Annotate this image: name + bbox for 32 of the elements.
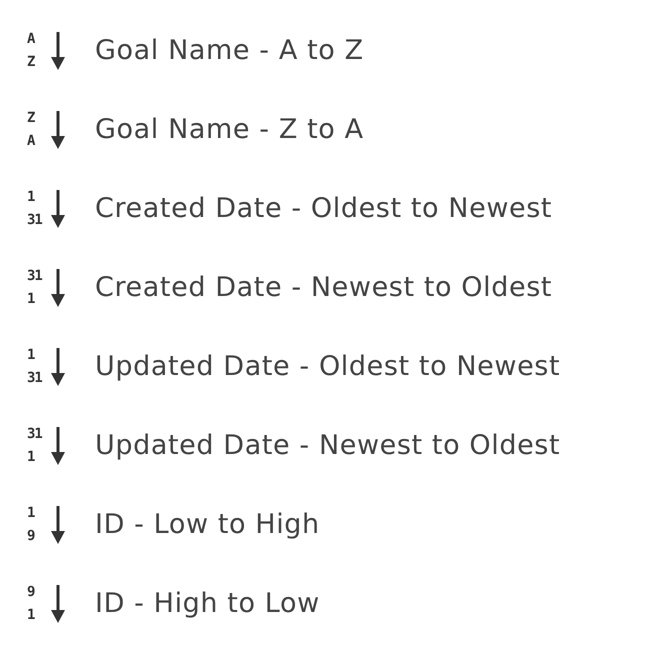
sort-key-label: 1 bbox=[27, 349, 34, 361]
sort-option[interactable]: Created Date - Newest to Oldest bbox=[95, 270, 552, 304]
sort-key-label: 9 bbox=[27, 586, 34, 598]
sort-key-label: A bbox=[27, 135, 34, 147]
sort-key-label: 31 bbox=[27, 372, 42, 384]
sort-option[interactable]: Updated Date - Newest to Oldest bbox=[95, 428, 560, 462]
sort-key-label: 31 bbox=[27, 214, 42, 226]
sort-option[interactable]: Goal Name - Z to A bbox=[95, 112, 364, 146]
down-arrow-icon bbox=[51, 426, 65, 464]
sort-key-label: 31 bbox=[27, 428, 42, 440]
sort-option[interactable]: Updated Date - Oldest to Newest bbox=[95, 350, 560, 384]
sort-option[interactable]: Created Date - Oldest to Newest bbox=[95, 192, 552, 226]
sort-key-label: A bbox=[27, 33, 34, 45]
sort-key-label: 1 bbox=[27, 507, 34, 519]
sort-key-label: Z bbox=[27, 112, 34, 124]
down-arrow-icon bbox=[51, 190, 65, 228]
sort-key-label: 1 bbox=[27, 451, 34, 463]
sort-option[interactable]: ID - Low to High bbox=[95, 508, 320, 542]
down-arrow-icon bbox=[51, 348, 65, 386]
down-arrow-icon bbox=[51, 110, 65, 148]
down-arrow-icon bbox=[51, 32, 65, 70]
sort-key-label: 1 bbox=[27, 293, 34, 305]
sort-option[interactable]: ID - High to Low bbox=[95, 586, 320, 620]
sort-key-label: 1 bbox=[27, 191, 34, 203]
down-arrow-icon bbox=[51, 584, 65, 622]
sort-key-label: 31 bbox=[27, 270, 42, 282]
sort-key-label: 9 bbox=[27, 530, 34, 542]
down-arrow-icon bbox=[51, 268, 65, 306]
sort-option[interactable]: Goal Name - A to Z bbox=[95, 34, 364, 68]
sort-key-label: Z bbox=[27, 56, 34, 68]
sort-key-label: 1 bbox=[27, 609, 34, 621]
down-arrow-icon bbox=[51, 506, 65, 544]
